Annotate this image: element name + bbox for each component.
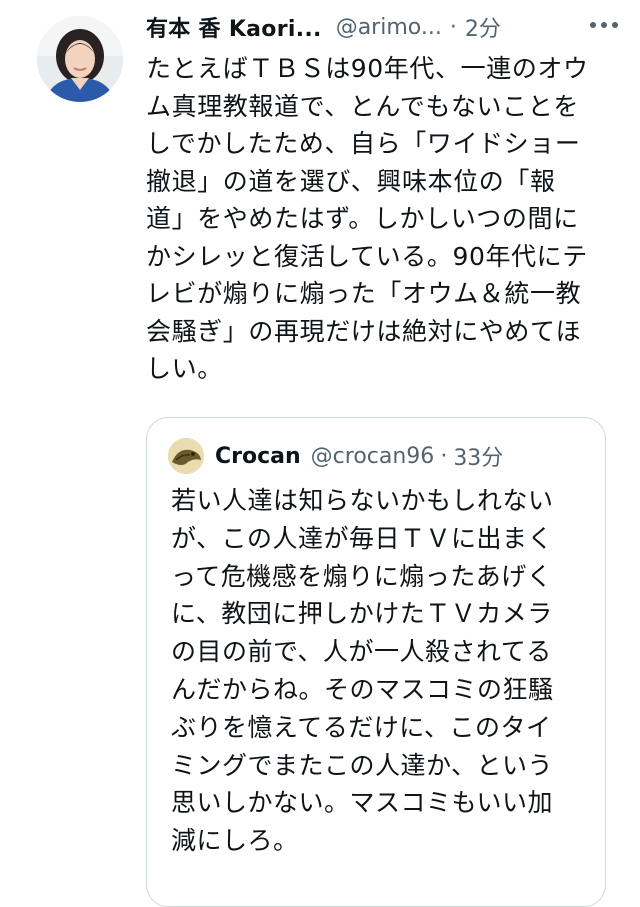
quoted-tweet-card[interactable]: Crocan @crocan96 · 33分 若い人達は知らないかもしれない が…: [146, 417, 606, 907]
tweet[interactable]: 有本 香 Kaori... @arimo... · 2分 たとえばＴＢＳは90年…: [0, 0, 640, 907]
tweet-timestamp[interactable]: 2分: [465, 11, 501, 43]
author-handle[interactable]: @arimo...: [336, 15, 442, 40]
tweet-header: 有本 香 Kaori... @arimo... · 2分: [146, 10, 616, 44]
quoted-tweet-timestamp[interactable]: 33分: [453, 440, 503, 472]
tweet-text: たとえばＴＢＳは90年代、一連のオウ ム真理教報道で、とんでもないことを しでか…: [146, 54, 589, 383]
quoted-author-handle[interactable]: @crocan96: [311, 444, 435, 469]
more-options-button[interactable]: [584, 10, 624, 40]
quoted-author-display-name[interactable]: Crocan: [215, 444, 301, 469]
quoted-tweet-text: 若い人達は知らないかもしれない が、この人達が毎日ＴＶに出まく って危機感を煽り…: [171, 486, 554, 856]
profile-photo-icon: [37, 16, 123, 102]
author-display-name[interactable]: 有本 香 Kaori...: [146, 11, 322, 43]
more-horizontal-icon: [590, 22, 618, 28]
author-avatar[interactable]: [37, 16, 123, 102]
quoted-author-avatar[interactable]: [168, 438, 204, 474]
separator-dot: ·: [449, 14, 457, 40]
quoted-tweet-header: Crocan @crocan96 · 33分: [215, 440, 503, 472]
separator-dot: ·: [440, 443, 448, 469]
crocan-avatar-icon: [168, 438, 204, 474]
